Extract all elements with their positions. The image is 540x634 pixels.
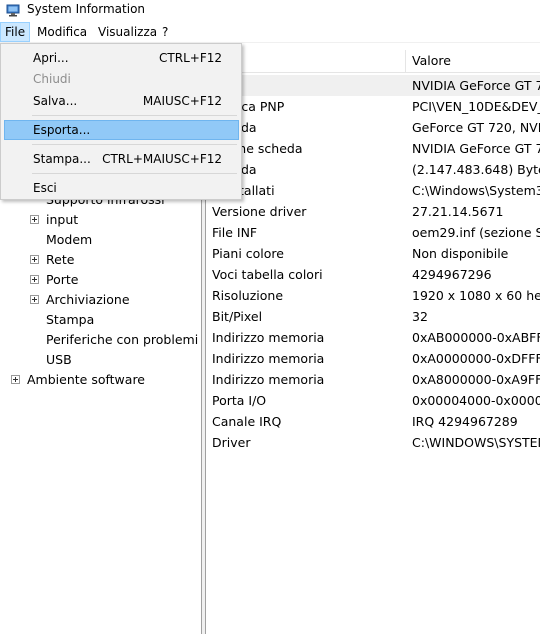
menu-separator — [32, 173, 237, 174]
menu-item-apri[interactable]: Apri... CTRL+F12 — [4, 48, 239, 68]
menu-bar: File Modifica Visualizza ? — [0, 22, 540, 43]
table-row[interactable]: Driver C:\WINDOWS\SYSTEM — [206, 432, 540, 453]
tree-item-label: Modem — [46, 232, 93, 247]
row-value: NVIDIA GeForce GT 72 — [412, 78, 540, 93]
menu-separator — [32, 144, 237, 145]
row-key: Porta I/O — [212, 393, 267, 408]
table-row[interactable]: Risoluzione 1920 x 1080 x 60 hertz — [206, 285, 540, 306]
expand-icon[interactable] — [30, 255, 39, 264]
menu-item-shortcut: CTRL+MAIUSC+F12 — [102, 152, 222, 166]
table-row[interactable]: File INF oem29.inf (sezione Se — [206, 222, 540, 243]
list-header: ento Valore — [206, 50, 540, 73]
table-row[interactable]: Canale IRQ IRQ 4294967289 — [206, 411, 540, 432]
tree-item-label: input — [46, 212, 79, 227]
row-key: Indirizzo memoria — [212, 372, 325, 387]
row-key: Indirizzo memoria — [212, 351, 325, 366]
table-row[interactable]: Bit/Pixel 32 — [206, 306, 540, 327]
column-divider[interactable] — [405, 50, 406, 72]
row-value: 27.21.14.5671 — [412, 204, 504, 219]
row-value: 0xAB000000-0xABFFFF — [412, 330, 540, 345]
system-information-icon — [6, 4, 20, 17]
menu-item-label: Salva... — [33, 94, 78, 108]
tree-item-label: Archiviazione — [46, 292, 130, 307]
table-row[interactable]: schedaGeForce GT 720, NVID — [206, 117, 540, 138]
menu-item-chiudi: Chiudi — [4, 69, 239, 89]
row-value: (2.147.483.648) Byte — [412, 162, 540, 177]
tree-item-label: Periferiche con problemi — [46, 332, 199, 347]
table-row[interactable]: r installati C:\Windows\System32 — [206, 180, 540, 201]
expand-icon[interactable] — [30, 215, 39, 224]
menu-file[interactable]: File — [0, 22, 31, 42]
column-header-valore[interactable]: Valore — [412, 50, 451, 72]
menu-help[interactable]: ? — [158, 23, 172, 41]
row-value: C:\Windows\System32 — [412, 183, 540, 198]
row-value: PCI\VEN_10DE&DEV_1 — [412, 99, 540, 114]
row-value: 0xA8000000-0xA9FFFF — [412, 372, 540, 387]
menu-item-label: Chiudi — [33, 72, 71, 86]
menu-item-label: Stampa... — [33, 152, 91, 166]
row-key: Risoluzione — [212, 288, 284, 303]
details-list[interactable]: ento Valore eNVIDIA GeForce GT 72 riferi… — [206, 43, 540, 634]
menu-item-esporta[interactable]: Esporta... — [4, 120, 239, 140]
row-value: GeForce GT 720, NVID — [412, 120, 540, 135]
table-row[interactable]: Voci tabella colori 4294967296 — [206, 264, 540, 285]
tree-item-label: Ambiente software — [27, 372, 145, 387]
table-row[interactable]: scheda(2.147.483.648) Byte — [206, 159, 540, 180]
tree-item-porte[interactable]: Porte — [30, 270, 190, 290]
table-row[interactable]: Indirizzo memoria 0xAB000000-0xABFFFF — [206, 327, 540, 348]
tree-item-label: USB — [46, 352, 72, 367]
row-value: C:\WINDOWS\SYSTEM — [412, 435, 540, 450]
row-key: Versione driver — [212, 204, 307, 219]
row-value: oem29.inf (sezione Se — [412, 225, 540, 240]
menu-item-label: Esci — [33, 181, 57, 195]
tree-item-archiviazione[interactable]: Archiviazione — [30, 290, 190, 310]
row-value: 4294967296 — [412, 267, 492, 282]
table-row[interactable]: eNVIDIA GeForce GT 72 — [206, 75, 540, 96]
window-title: System Information — [27, 2, 146, 16]
table-row[interactable]: Indirizzo memoria 0xA0000000-0xDFFFFF — [206, 348, 540, 369]
menu-item-label: Esporta... — [33, 123, 91, 137]
menu-visualizza[interactable]: Visualizza — [94, 23, 161, 41]
expand-icon[interactable] — [11, 375, 20, 384]
row-value: Non disponibile — [412, 246, 509, 261]
menu-item-shortcut: MAIUSC+F12 — [142, 94, 222, 108]
row-value: IRQ 4294967289 — [412, 414, 518, 429]
table-row[interactable]: Porta I/O 0x00004000-0x000040 — [206, 390, 540, 411]
menu-item-salva[interactable]: Salva... MAIUSC+F12 — [4, 91, 239, 111]
expand-icon[interactable] — [30, 295, 39, 304]
menu-separator — [32, 115, 237, 116]
row-value: 0xA0000000-0xDFFFFF — [412, 351, 540, 366]
menu-item-esci[interactable]: Esci — [4, 178, 239, 198]
table-row[interactable]: riferica PNP PCI\VEN_10DE&DEV_1 — [206, 96, 540, 117]
row-key: Driver — [212, 435, 251, 450]
tree-item-label: Stampa — [46, 312, 95, 327]
row-value: 0x00004000-0x000040 — [412, 393, 540, 408]
tree-item-input[interactable]: input — [30, 210, 190, 230]
row-key: Piani colore — [212, 246, 284, 261]
row-key: Indirizzo memoria — [212, 330, 325, 345]
menu-item-label: Apri... — [33, 51, 69, 65]
expand-icon[interactable] — [30, 275, 39, 284]
row-value: NVIDIA GeForce GT 72 — [412, 141, 540, 156]
tree-item-label: Porte — [46, 272, 79, 287]
table-row[interactable]: Versione driver 27.21.14.5671 — [206, 201, 540, 222]
row-key: File INF — [212, 225, 258, 240]
table-row[interactable]: Indirizzo memoria 0xA8000000-0xA9FFFF — [206, 369, 540, 390]
menu-item-shortcut: CTRL+F12 — [159, 51, 222, 65]
table-row[interactable]: Piani colore Non disponibile — [206, 243, 540, 264]
row-key: Canale IRQ — [212, 414, 282, 429]
row-key: Voci tabella colori — [212, 267, 323, 282]
table-row[interactable]: rizione scheda NVIDIA GeForce GT 72 — [206, 138, 540, 159]
file-menu-dropdown: Apri... CTRL+F12 Chiudi Salva... MAIUSC+… — [0, 43, 242, 200]
row-value: 1920 x 1080 x 60 hertz — [412, 288, 540, 303]
menu-item-stampa[interactable]: Stampa... CTRL+MAIUSC+F12 — [4, 149, 239, 169]
tree-item-label: Rete — [46, 252, 75, 267]
title-bar: System Information — [0, 0, 540, 21]
row-value: 32 — [412, 309, 428, 324]
row-key: Bit/Pixel — [212, 309, 263, 324]
menu-modifica[interactable]: Modifica — [33, 23, 91, 41]
tree-item-ambiente-software[interactable]: Ambiente software — [11, 370, 191, 390]
tree-item-rete[interactable]: Rete — [30, 250, 190, 270]
